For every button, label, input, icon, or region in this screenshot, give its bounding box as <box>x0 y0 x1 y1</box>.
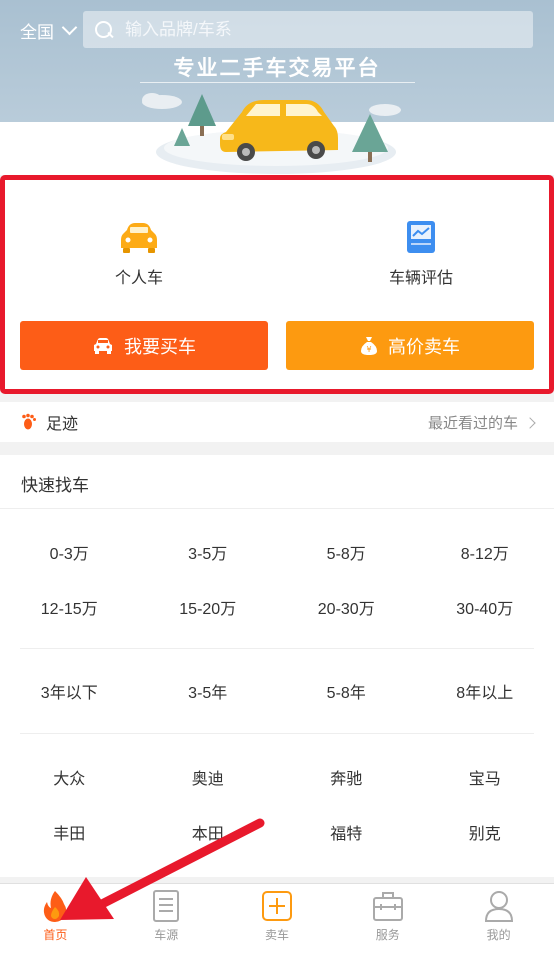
car-icon <box>94 337 112 354</box>
recent-viewed-link[interactable]: 最近看过的车 <box>427 412 536 433</box>
quick-find-divider <box>0 508 554 509</box>
brand-option[interactable]: 奔驰 <box>277 749 416 804</box>
sell-car-button[interactable]: ¥ 高价卖车 <box>286 321 534 370</box>
tab-mine[interactable]: 我的 <box>443 884 554 953</box>
highlighted-action-card: 个人车 车辆评估 我要买车 ¥ 高价卖车 <box>0 175 554 394</box>
buy-car-button[interactable]: 我要买车 <box>20 321 268 370</box>
annotation-arrow <box>60 818 265 920</box>
tab-services-label: 服务 <box>375 928 400 942</box>
quick-find-title: 快速找车 <box>21 476 89 495</box>
brand-option[interactable]: 大众 <box>0 749 139 804</box>
assessment-chart-icon <box>407 221 435 253</box>
footprint-row[interactable]: 足迹 最近看过的车 <box>0 402 554 442</box>
price-option[interactable]: 8-12万 <box>416 524 554 579</box>
section-divider <box>20 733 534 734</box>
price-option[interactable]: 20-30万 <box>277 579 416 634</box>
sell-car-label: 高价卖车 <box>388 336 460 357</box>
tab-sell-car-label: 卖车 <box>264 928 289 942</box>
footprint-icon <box>22 413 36 430</box>
vehicle-assessment-entry[interactable]: 车辆评估 <box>351 220 491 288</box>
city-label: 全国 <box>20 23 54 42</box>
footprint-label: 足迹 <box>46 416 79 433</box>
personal-car-label: 个人车 <box>114 270 163 287</box>
hero-banner: 全国 专业二手车交易平台 <box>0 0 554 175</box>
svg-text:¥: ¥ <box>366 345 371 354</box>
briefcase-icon <box>372 892 403 921</box>
top-bar: 全国 <box>0 0 554 58</box>
tab-car-source-label: 车源 <box>154 928 179 942</box>
age-option[interactable]: 3-5年 <box>139 663 278 718</box>
price-range-grid: 0-3万 3-5万 5-8万 8-12万 12-15万 15-20万 20-30… <box>0 524 554 634</box>
chevron-right-icon <box>524 416 536 429</box>
car-front-icon <box>121 223 157 253</box>
tab-services[interactable]: 服务 <box>332 884 443 953</box>
user-icon <box>484 891 513 922</box>
tab-mine-label: 我的 <box>486 928 511 942</box>
chevron-down-icon <box>61 19 78 36</box>
price-option[interactable]: 3-5万 <box>139 524 278 579</box>
quick-find-section: 快速找车 0-3万 3-5万 5-8万 8-12万 12-15万 15-20万 … <box>0 455 554 877</box>
age-option[interactable]: 3年以下 <box>0 663 139 718</box>
money-bag-icon: ¥ <box>361 336 377 355</box>
price-option[interactable]: 30-40万 <box>416 579 554 634</box>
age-option[interactable]: 8年以上 <box>416 663 554 718</box>
price-option[interactable]: 0-3万 <box>0 524 139 579</box>
city-selector[interactable]: 全国 <box>20 18 78 43</box>
price-option[interactable]: 5-8万 <box>277 524 416 579</box>
car-illustration <box>142 93 401 174</box>
brand-option[interactable]: 奥迪 <box>139 749 278 804</box>
personal-car-entry[interactable]: 个人车 <box>69 220 209 288</box>
age-option[interactable]: 5-8年 <box>277 663 416 718</box>
section-divider <box>20 648 534 649</box>
vehicle-assessment-label: 车辆评估 <box>388 270 453 287</box>
price-option[interactable]: 15-20万 <box>139 579 278 634</box>
slogan: 专业二手车交易平台 <box>173 57 381 80</box>
brand-option[interactable]: 宝马 <box>416 749 554 804</box>
price-option[interactable]: 12-15万 <box>0 579 139 634</box>
buy-car-label: 我要买车 <box>124 336 196 357</box>
tab-home-label: 首页 <box>43 928 68 942</box>
recent-viewed-label: 最近看过的车 <box>427 415 518 432</box>
brand-option[interactable]: 别克 <box>416 804 554 859</box>
search-icon <box>95 20 113 39</box>
age-grid: 3年以下 3-5年 5-8年 8年以上 <box>0 663 554 718</box>
slogan-divider <box>140 82 415 83</box>
search-bar[interactable] <box>83 11 533 48</box>
search-input[interactable] <box>125 19 505 40</box>
brand-option[interactable]: 福特 <box>277 804 416 859</box>
